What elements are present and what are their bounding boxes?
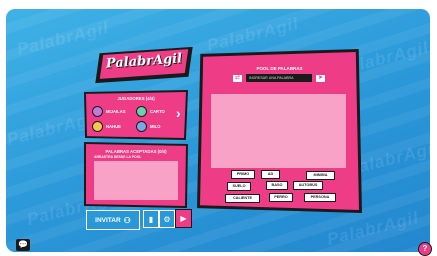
invite-label: INVITAR (95, 216, 121, 224)
word-chip[interactable]: AD (261, 170, 280, 179)
player-name: MILO (150, 124, 161, 129)
word-chip[interactable]: PRIMO (231, 170, 255, 179)
word-chip[interactable]: PERRO (269, 193, 293, 202)
invite-button[interactable]: INVITAR ⚇ (86, 210, 140, 230)
player-name: MIJAILAS (106, 109, 126, 114)
word-chip[interactable]: SUELO (227, 182, 251, 191)
word-input[interactable]: INGRESAR UNA PALABRA (246, 74, 312, 82)
chevron-right-icon[interactable]: › (176, 104, 182, 122)
chat-icon[interactable]: 💬 (16, 239, 30, 251)
word-pool-panel: POOL DE PALABRAS ⇄ INGRESAR UNA PALABRA … (200, 52, 359, 210)
word-chip[interactable]: PERSONA (304, 193, 336, 202)
accepted-words-panel: PALABRAS ACEPTADAS (0/4) ARRASTRA DESDE … (86, 144, 186, 206)
accepted-subtitle: ARRASTRA DESDE LA POOL (94, 155, 142, 159)
word-chip[interactable]: MINIMA (306, 171, 335, 180)
send-icon[interactable]: ➤ (316, 75, 325, 82)
shuffle-icon[interactable]: ⇄ (233, 75, 242, 82)
background-pattern: PalabrAgil (204, 13, 301, 56)
game-logo: PalabrAgil (95, 46, 193, 86)
word-chip[interactable]: AUTOBÚS (293, 181, 323, 190)
player-avatar (136, 121, 147, 132)
player-avatar (92, 121, 103, 132)
player-item: NAHUE (92, 121, 121, 132)
player-item: CARTO (136, 106, 165, 117)
help-icon[interactable]: ? (418, 242, 432, 256)
background-pattern: PalabrAgil (14, 17, 111, 60)
players-panel: JUGADORES (4/4) MIJAILAS CARTO NAHUE MIL… (86, 92, 186, 138)
word-pool-area (211, 94, 346, 168)
player-avatar (92, 106, 103, 117)
player-avatar (136, 106, 147, 117)
players-title: JUGADORES (4/4) (117, 96, 155, 101)
player-name: CARTO (150, 109, 165, 114)
player-name: NAHUE (106, 124, 121, 129)
word-chip[interactable]: CALIENTE (225, 194, 260, 203)
word-chip[interactable]: BASO (266, 181, 288, 190)
pool-title: POOL DE PALABRAS (256, 66, 303, 71)
play-icon[interactable]: ▶ (175, 209, 192, 228)
door-icon[interactable]: ▮ (143, 210, 159, 228)
background-pattern: PalabrAgil (324, 207, 421, 250)
player-item: MIJAILAS (92, 106, 126, 117)
accepted-title: PALABRAS ACEPTADAS (0/4) (105, 149, 167, 154)
add-user-icon: ⚇ (123, 215, 131, 225)
accepted-drop-area[interactable] (94, 161, 178, 200)
gear-icon[interactable]: ⚙ (159, 210, 175, 228)
player-item: MILO (136, 121, 160, 132)
